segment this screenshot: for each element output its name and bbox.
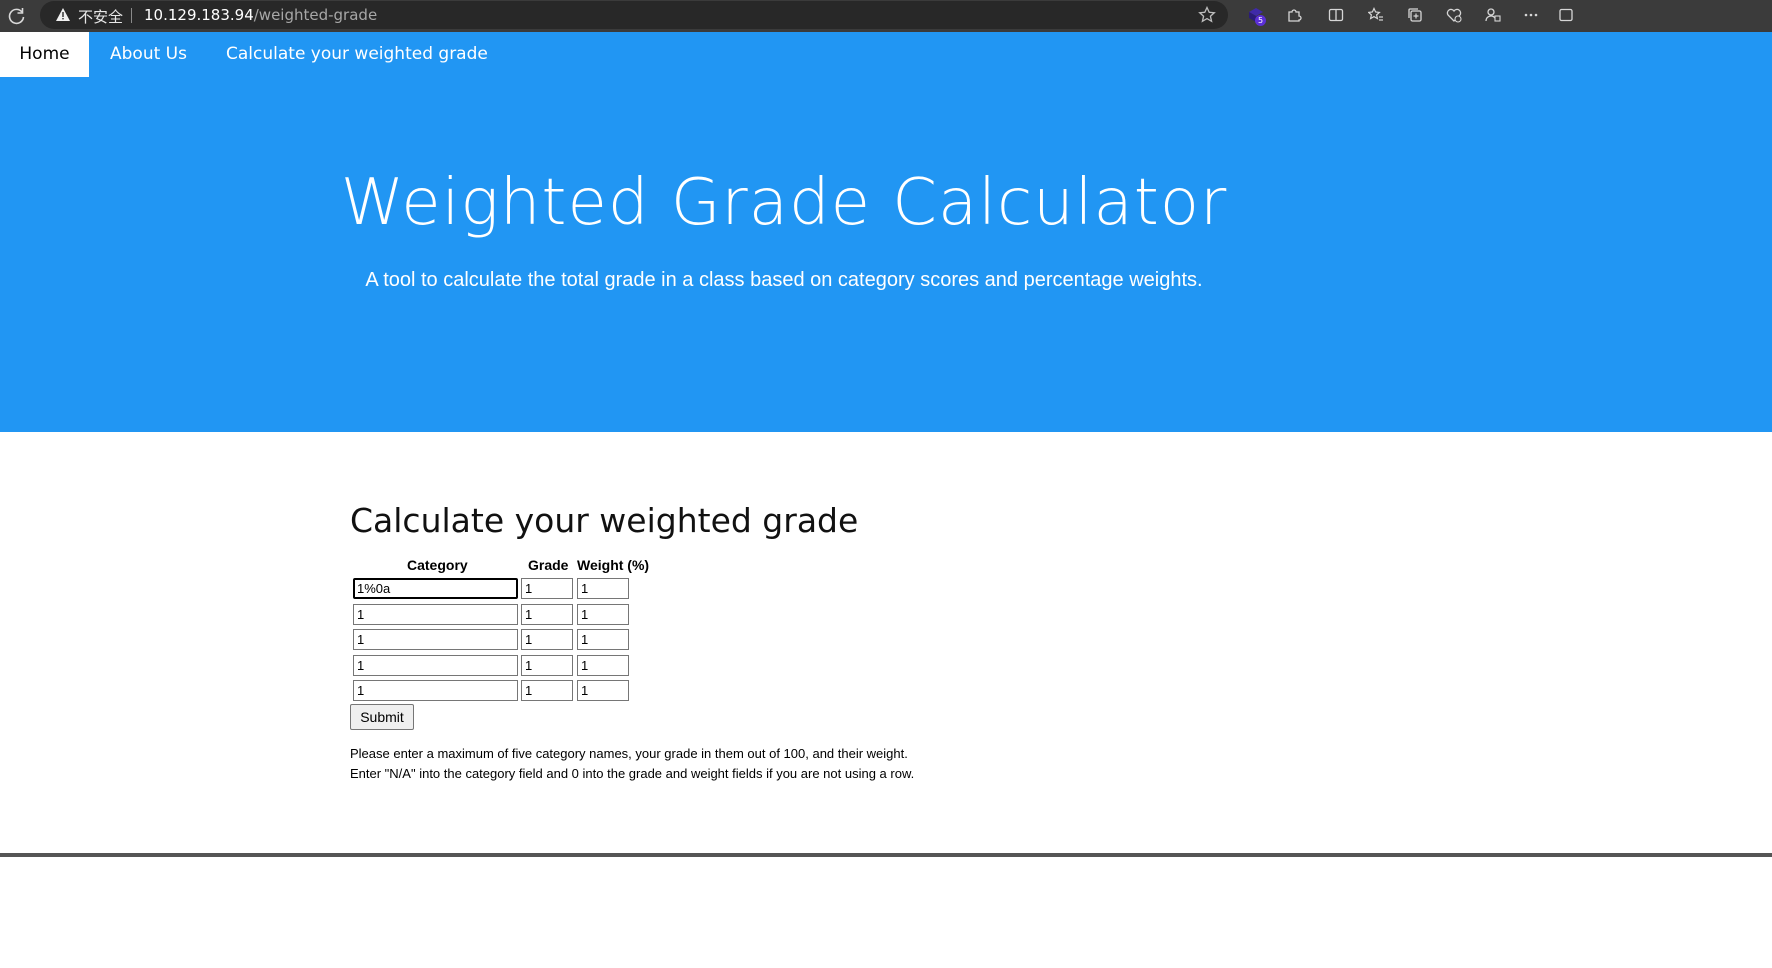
- nav-calculate-weighted-grade[interactable]: Calculate your weighted grade: [226, 32, 488, 77]
- grade-input-2[interactable]: [521, 604, 573, 625]
- grade-column-header: Grade: [528, 557, 569, 573]
- insecure-label[interactable]: 不安全: [78, 6, 123, 27]
- hero-title: Weighted Grade Calculator: [340, 166, 1228, 240]
- site-navbar: Home About Us Calculate your weighted gr…: [0, 32, 1772, 77]
- url-host: 10.129.183.94: [144, 6, 254, 24]
- favorite-star-icon[interactable]: [1198, 5, 1216, 24]
- profile-sync-icon[interactable]: [1483, 5, 1503, 25]
- extension-badge: 5: [1255, 15, 1266, 26]
- weight-input-5[interactable]: [577, 680, 629, 701]
- sidebar-icon[interactable]: [1556, 5, 1576, 25]
- weight-input-3[interactable]: [577, 629, 629, 650]
- nav-home[interactable]: Home: [0, 32, 89, 77]
- url-path: /weighted-grade: [253, 6, 378, 24]
- grade-input-1[interactable]: [521, 578, 573, 599]
- category-input-1[interactable]: [353, 578, 518, 599]
- category-input-2[interactable]: [353, 604, 518, 625]
- more-menu-icon[interactable]: [1521, 5, 1541, 25]
- url-text[interactable]: 10.129.183.94/weighted-grade: [144, 6, 377, 24]
- weight-input-1[interactable]: [577, 578, 629, 599]
- instructions-line-1: Please enter a maximum of five category …: [350, 746, 908, 761]
- favorites-icon[interactable]: [1366, 5, 1386, 25]
- submit-button[interactable]: Submit: [350, 704, 414, 730]
- omnibox-divider: [131, 8, 132, 23]
- nav-about-us[interactable]: About Us: [110, 32, 187, 77]
- section-title: Calculate your weighted grade: [350, 501, 859, 540]
- category-input-3[interactable]: [353, 629, 518, 650]
- category-column-header: Category: [407, 557, 468, 573]
- browser-essentials-icon[interactable]: [1444, 5, 1464, 25]
- reload-icon[interactable]: [6, 5, 28, 27]
- weight-input-4[interactable]: [577, 655, 629, 676]
- grade-input-5[interactable]: [521, 680, 573, 701]
- category-input-5[interactable]: [353, 680, 518, 701]
- weight-column-header: Weight (%): [577, 557, 650, 573]
- browser-toolbar: 不安全 10.129.183.94/weighted-grade 5: [0, 0, 1772, 32]
- hero-subtitle: A tool to calculate the total grade in a…: [365, 269, 1203, 291]
- warning-icon: [56, 8, 70, 21]
- split-screen-icon[interactable]: [1326, 5, 1346, 25]
- collections-icon[interactable]: [1405, 5, 1425, 25]
- weight-input-2[interactable]: [577, 604, 629, 625]
- address-bar[interactable]: 不安全 10.129.183.94/weighted-grade: [40, 1, 1228, 29]
- hero-banner: Weighted Grade Calculator A tool to calc…: [0, 77, 1772, 432]
- page-bottom: [0, 857, 1772, 968]
- puzzle-extensions-icon[interactable]: [1284, 5, 1304, 25]
- grade-input-4[interactable]: [521, 655, 573, 676]
- instructions-line-2: Enter "N/A" into the category field and …: [350, 766, 915, 781]
- extension-icon[interactable]: 5: [1246, 5, 1266, 26]
- category-input-4[interactable]: [353, 655, 518, 676]
- grade-input-3[interactable]: [521, 629, 573, 650]
